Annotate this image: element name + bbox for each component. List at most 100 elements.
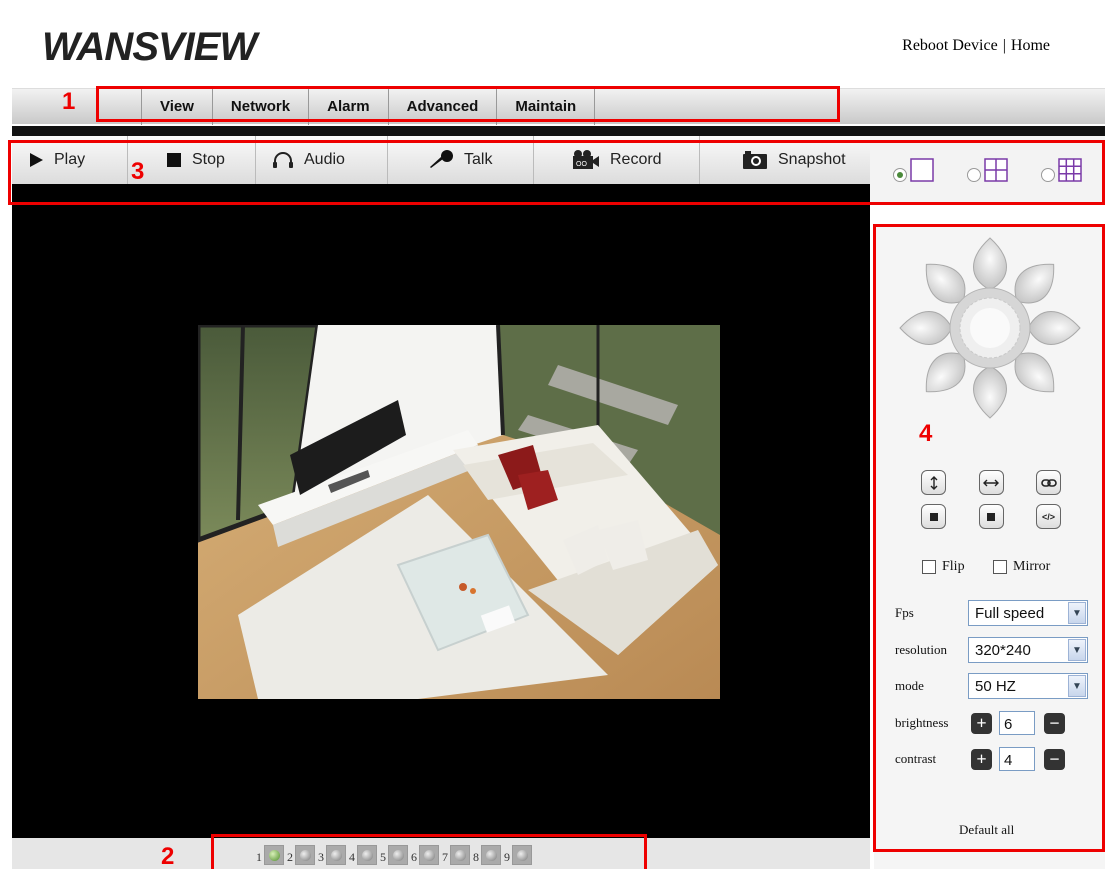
contrast-minus-button[interactable]: − xyxy=(1044,748,1065,770)
talk-label: Talk xyxy=(464,151,493,168)
annotation-number-3: 3 xyxy=(131,158,145,185)
main-menu-bar: View Network Alarm Advanced Maintain xyxy=(12,88,1105,125)
channel-selector: 1 2 3 4 5 6 7 8 9 xyxy=(256,845,535,865)
stop-label: Stop xyxy=(192,151,225,168)
brightness-label: brightness xyxy=(895,715,949,730)
vertical-patrol-button[interactable] xyxy=(921,470,946,495)
reboot-device-link[interactable]: Reboot Device xyxy=(902,37,998,54)
mirror-label: Mirror xyxy=(1013,559,1051,574)
audio-button[interactable]: Audio xyxy=(256,136,388,184)
contrast-row: contrast + 4 − xyxy=(895,747,1065,771)
contrast-label: contrast xyxy=(895,751,937,766)
brightness-minus-button[interactable]: − xyxy=(1044,712,1065,734)
play-button[interactable]: Play xyxy=(12,136,128,184)
menu-item-network[interactable]: Network xyxy=(211,89,308,125)
horizontal-patrol-icon xyxy=(983,479,999,486)
logo-text: WANSVIEW xyxy=(42,24,257,69)
resolution-label: resolution xyxy=(895,642,947,657)
resolution-value: 320*240 xyxy=(975,641,1031,659)
channel-3-button[interactable] xyxy=(326,845,346,865)
contrast-plus-button[interactable]: + xyxy=(971,748,992,770)
live-video-frame xyxy=(198,325,720,699)
stop-horizontal-button[interactable] xyxy=(978,504,1004,529)
code-icon: </> xyxy=(1041,511,1055,522)
horizontal-patrol-button[interactable] xyxy=(978,470,1004,495)
app-root: WANSVIEW Reboot Device | Home View Network… xyxy=(0,0,1105,869)
menu-item-view[interactable]: View xyxy=(141,89,212,125)
talk-button[interactable]: Talk xyxy=(388,136,534,184)
single-view-option[interactable] xyxy=(892,158,934,182)
mode-row: mode 50 HZ ▼ xyxy=(895,673,1088,699)
channel-led-icon xyxy=(299,849,311,861)
fps-value: Full speed xyxy=(975,604,1045,622)
channel-2-button[interactable] xyxy=(295,845,315,865)
home-link[interactable]: Home xyxy=(1011,37,1050,54)
single-view-radio[interactable] xyxy=(892,168,907,182)
channel-7-button[interactable] xyxy=(450,845,470,865)
annotation-number-4: 4 xyxy=(919,420,933,447)
channel-5-button[interactable] xyxy=(388,845,408,865)
channel-8-button[interactable] xyxy=(481,845,501,865)
ptz-direction-pad[interactable] xyxy=(898,233,1083,423)
divider-bar xyxy=(12,126,1105,136)
ptz-buttons: </> xyxy=(921,470,1061,538)
channel-6-button[interactable] xyxy=(419,845,439,865)
mirror-checkbox-group: Mirror xyxy=(993,559,1050,575)
record-label: Record xyxy=(610,151,662,168)
brightness-row: brightness + 6 − xyxy=(895,711,1065,735)
channel-number-9: 9 xyxy=(504,850,510,864)
nine-view-radio[interactable] xyxy=(1041,168,1056,182)
quad-view-option[interactable] xyxy=(966,158,1008,182)
fps-row: Fps Full speed ▼ xyxy=(895,600,1088,626)
channel-number-6: 6 xyxy=(411,850,417,864)
snapshot-label: Snapshot xyxy=(778,151,846,168)
channel-led-icon xyxy=(423,849,435,861)
channel-1-button[interactable] xyxy=(264,845,284,865)
svg-text:OO: OO xyxy=(576,161,587,168)
headphones-icon xyxy=(273,152,293,168)
record-button[interactable]: OO Record xyxy=(534,136,700,184)
channel-led-icon xyxy=(330,849,342,861)
menu-item-advanced[interactable]: Advanced xyxy=(387,89,497,125)
stop-button[interactable]: Stop xyxy=(128,136,256,184)
channel-number-2: 2 xyxy=(287,850,293,864)
channel-number-3: 3 xyxy=(318,850,324,864)
link-icon xyxy=(1040,478,1057,487)
snapshot-button[interactable]: Snapshot xyxy=(700,136,870,184)
stop-icon xyxy=(929,512,938,521)
code-button[interactable]: </> xyxy=(1036,504,1061,529)
channel-led-icon xyxy=(268,849,280,861)
vertical-patrol-icon xyxy=(930,475,937,490)
brightness-plus-button[interactable]: + xyxy=(971,712,992,734)
resolution-select[interactable]: 320*240 ▼ xyxy=(968,637,1088,663)
annotation-number-2: 2 xyxy=(161,843,175,869)
quad-view-radio[interactable] xyxy=(966,168,981,182)
stop-icon xyxy=(167,153,181,167)
menu-item-alarm[interactable]: Alarm xyxy=(308,89,388,125)
default-all-button[interactable]: Default all xyxy=(959,822,1014,838)
split-view-selector xyxy=(870,136,1105,204)
nine-view-option[interactable] xyxy=(1041,158,1083,182)
mode-label: mode xyxy=(895,678,924,693)
channel-number-7: 7 xyxy=(442,850,448,864)
brightness-input[interactable]: 6 xyxy=(999,711,1035,735)
contrast-input[interactable]: 4 xyxy=(999,747,1035,771)
channel-led-icon xyxy=(392,849,404,861)
channel-9-button[interactable] xyxy=(512,845,532,865)
mirror-checkbox[interactable] xyxy=(993,560,1007,574)
menu-item-maintain[interactable]: Maintain xyxy=(496,89,596,125)
chevron-down-icon: ▼ xyxy=(1068,639,1086,661)
channel-number-4: 4 xyxy=(349,850,355,864)
mode-select[interactable]: 50 HZ ▼ xyxy=(968,673,1088,699)
play-icon xyxy=(30,153,43,167)
chevron-down-icon: ▼ xyxy=(1068,675,1086,697)
flip-checkbox[interactable] xyxy=(922,560,936,574)
fps-select[interactable]: Full speed ▼ xyxy=(968,600,1088,626)
channel-number-1: 1 xyxy=(256,850,262,864)
link-button[interactable] xyxy=(1036,470,1061,495)
flip-checkbox-group: Flip xyxy=(922,559,965,575)
brand-logo: WANSVIEW xyxy=(42,22,257,72)
stop-vertical-button[interactable] xyxy=(921,504,946,529)
chevron-down-icon: ▼ xyxy=(1068,602,1086,624)
channel-4-button[interactable] xyxy=(357,845,377,865)
